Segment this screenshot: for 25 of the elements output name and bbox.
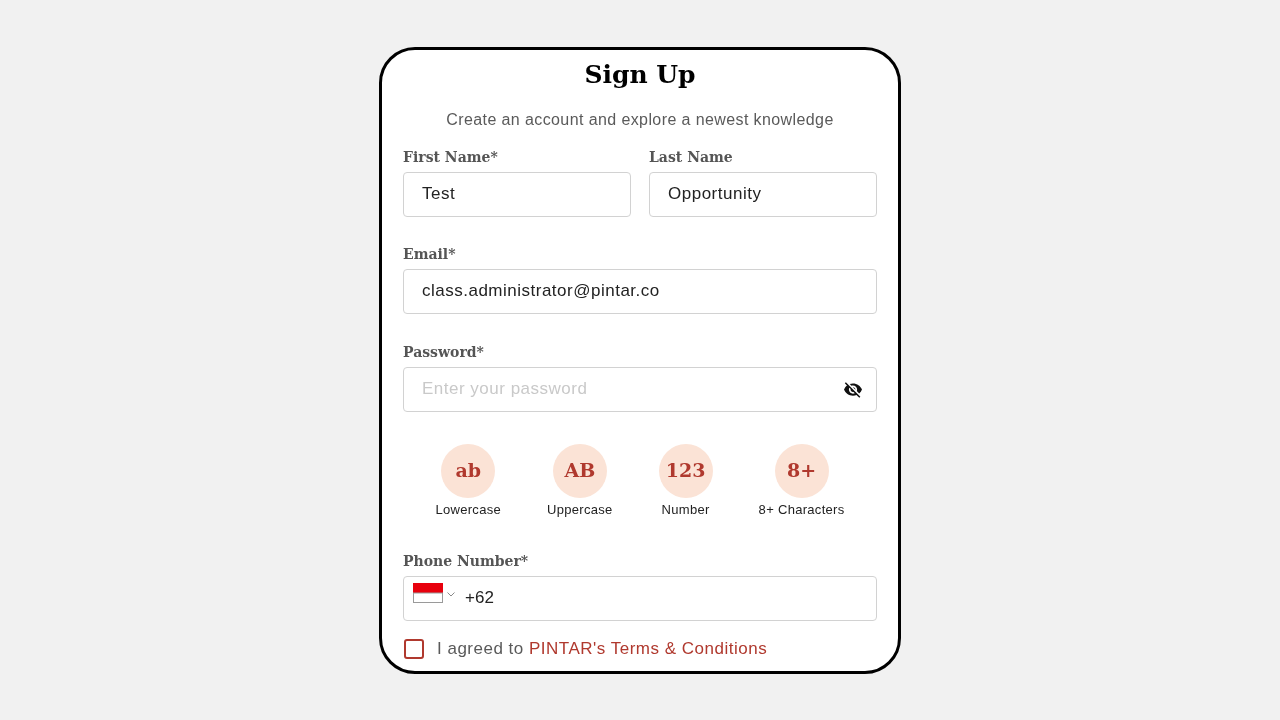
caret-icon[interactable] bbox=[447, 591, 455, 597]
text-input[interactable]: Test bbox=[403, 171, 631, 217]
rule-label: Lowercase bbox=[435, 500, 502, 519]
field-label: Password* bbox=[403, 342, 485, 362]
subtitle: Create an account and explore a newest knowledge bbox=[445, 109, 835, 130]
text-input[interactable]: Opportunity bbox=[649, 171, 877, 217]
field-label: First Name* bbox=[403, 147, 499, 167]
eye-off-icon[interactable] bbox=[844, 381, 862, 398]
rule-label: Number bbox=[661, 500, 710, 519]
flag-icon[interactable] bbox=[413, 582, 443, 603]
terms-link[interactable]: PINTAR's Terms & Conditions bbox=[529, 638, 768, 658]
rule-badge: AB bbox=[552, 443, 607, 498]
rule-label: 8+ Characters bbox=[758, 500, 845, 519]
rule-label: Uppercase bbox=[547, 500, 613, 519]
terms-checkbox[interactable] bbox=[404, 638, 424, 659]
terms-text: I agreed to PINTAR's Terms & Conditions bbox=[437, 637, 768, 660]
rule-badge: ab bbox=[441, 443, 496, 498]
field-label: Email* bbox=[403, 244, 457, 264]
phone-field[interactable]: +62 bbox=[403, 575, 877, 621]
rule-badge: 8+ bbox=[774, 443, 829, 498]
text-input[interactable]: class.administrator@pintar.co bbox=[403, 268, 877, 314]
page-title: Sign Up bbox=[583, 58, 697, 91]
field-label: Last Name bbox=[649, 147, 734, 167]
rule-badge: 123 bbox=[658, 443, 713, 498]
field-label: Phone Number* bbox=[403, 551, 530, 571]
